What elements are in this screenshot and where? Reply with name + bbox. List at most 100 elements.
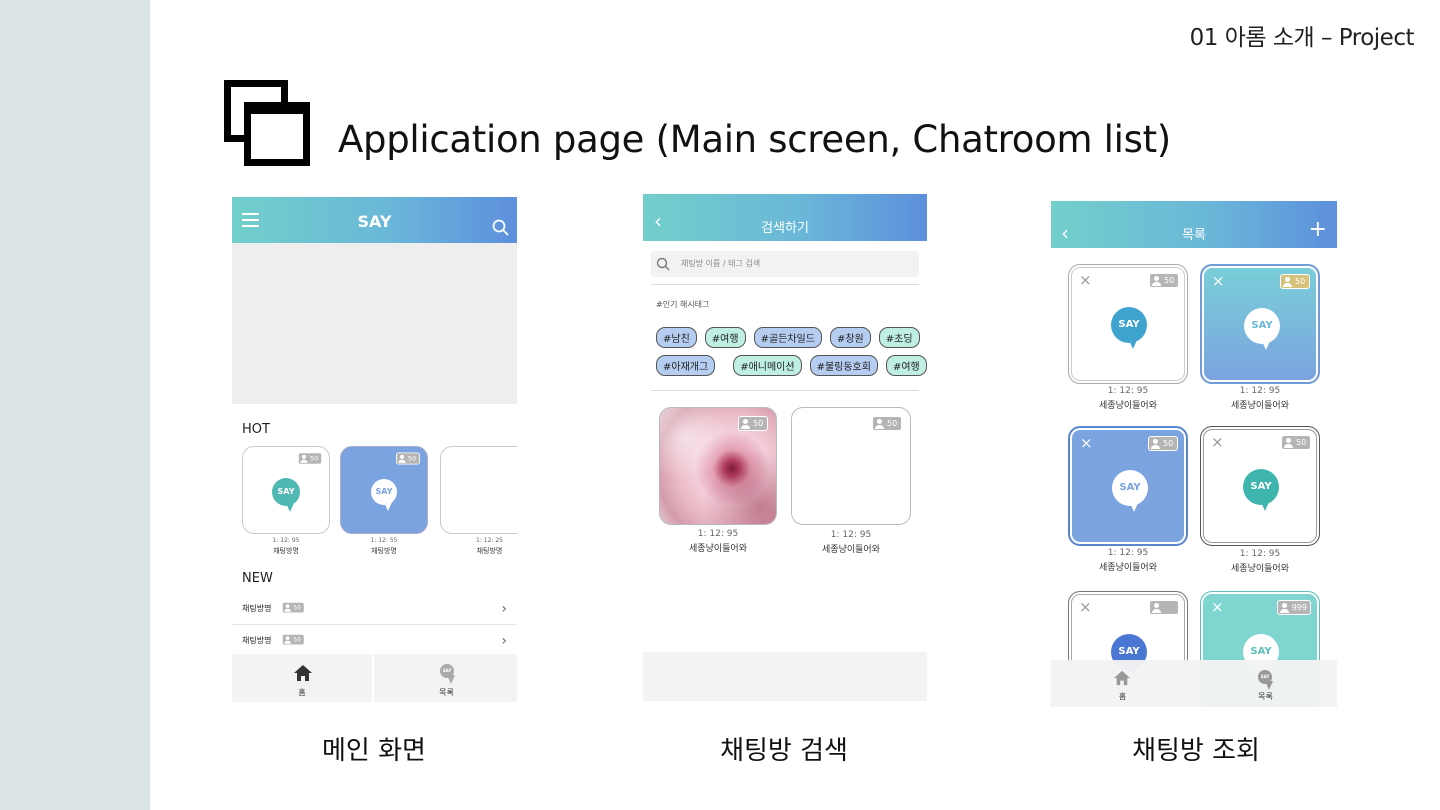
card-name: 세종냥이들어와 [1231, 564, 1289, 574]
member-count-badge: 50 [1281, 435, 1311, 450]
main-tab-bar: 홈 SAY 목록 [232, 654, 517, 702]
slide-section-label: 01 아롬 소개 – Project [1189, 25, 1415, 51]
say-bubble-icon: SAY [1258, 670, 1273, 690]
card-time: 1: 12: 95 [830, 530, 872, 540]
hashtag-row: #남친 #여행 #골든차일드 #창원 #초딩 [656, 327, 926, 348]
search-bottom-bar [643, 652, 927, 701]
say-bubble-icon: SAY [371, 479, 397, 511]
card-time: 1: 12: 95 [1107, 548, 1149, 558]
chatroom-card[interactable]: × 50 SAY [1200, 264, 1320, 384]
add-room-icon[interactable]: + [1309, 219, 1327, 241]
tab-list[interactable]: SAY 목록 [376, 654, 517, 702]
caption-chatroom-search: 채팅방 검색 [720, 736, 848, 766]
side-band [0, 0, 150, 810]
close-icon[interactable]: × [1212, 272, 1225, 290]
card-name: 세종냥이들어와 [1231, 401, 1289, 411]
search-app-bar: ‹ 검색하기 [643, 194, 927, 241]
card-time: 1: 12: 95 [1239, 549, 1281, 559]
tab-home[interactable]: 홈 [1051, 660, 1194, 707]
member-count-badge: 50 [396, 452, 420, 465]
hashtag-chip[interactable]: #여행 [885, 355, 927, 376]
hashtag-chip[interactable]: #애니메이션 [733, 355, 802, 376]
search-result-card[interactable]: 50 [659, 407, 777, 525]
slide-title: Application page (Main screen, Chatroom … [338, 118, 1171, 161]
say-bubble-icon: SAY [440, 664, 455, 684]
close-icon[interactable]: × [1211, 598, 1224, 616]
chevron-right-icon: › [501, 601, 507, 617]
hashtag-chip[interactable]: #초딩 [878, 327, 920, 348]
chevron-right-icon: › [501, 633, 507, 649]
main-logo: SAY [357, 212, 392, 231]
member-count-badge: 50 [1148, 436, 1178, 451]
member-count-badge: 50 [282, 634, 305, 646]
hot-card-time: 1: 12: 25 [476, 537, 503, 544]
tab-list-label: 목록 [439, 688, 454, 697]
member-count-badge: 50 [1149, 273, 1179, 288]
caption-main-screen: 메인 화면 [322, 736, 426, 766]
search-placeholder: 채팅방 이름 / 태그 검색 [681, 259, 761, 268]
member-count-badge: 50 [738, 416, 768, 431]
close-icon[interactable]: × [1079, 598, 1092, 616]
search-screen-mockup: ‹ 검색하기 채팅방 이름 / 태그 검색 #인기 해시태그 #남친 #여행 #골든… [643, 194, 927, 701]
card-name: 세종냥이들어와 [1099, 563, 1157, 573]
search-icon [656, 257, 670, 271]
new-room-row[interactable]: 채팅방명 50 › [232, 595, 517, 625]
main-app-bar: SAY [232, 197, 517, 243]
hot-card[interactable]: 50 SAY [340, 446, 428, 534]
close-icon[interactable]: × [1211, 433, 1224, 451]
tab-home-label: 홈 [1118, 692, 1127, 701]
search-field[interactable]: 채팅방 이름 / 태그 검색 [651, 251, 919, 277]
hot-card-name: 채팅방명 [476, 547, 503, 555]
main-screen-mockup: SAY HOT 50 SAY 50 SAY 1: 12: 95 채팅방명 1: … [232, 197, 517, 702]
tab-list-label: 목록 [1258, 692, 1273, 701]
hashtag-chip[interactable]: #골든차일드 [753, 327, 822, 348]
search-icon[interactable] [492, 219, 509, 236]
member-count-badge: 999 [1276, 600, 1311, 615]
new-room-name: 채팅방명 [242, 636, 272, 645]
chatroom-card[interactable]: × 50 SAY [1068, 264, 1188, 384]
tab-home-label: 홈 [298, 688, 306, 697]
hot-card[interactable]: 50 SAY [242, 446, 330, 534]
member-count-badge: 50 [298, 452, 322, 465]
chatroom-card[interactable]: × 50 SAY [1200, 426, 1320, 546]
hashtag-chip[interactable]: #여행 [704, 327, 746, 348]
search-result-card[interactable]: 50 [791, 407, 911, 525]
card-time: 1: 12: 95 [697, 529, 739, 539]
main-banner-placeholder[interactable] [232, 243, 517, 404]
member-count-badge: 50 [1280, 274, 1310, 289]
hot-card-time: 1: 12: 55 [370, 537, 398, 544]
say-bubble-icon: SAY [1112, 470, 1148, 512]
card-name: 세종냥이들어와 [1099, 401, 1157, 411]
list-screen-mockup: ‹ 목록 + × 50 SAY × 50 SAY 1: 12: 95 세종냥이들… [1051, 201, 1337, 707]
say-bubble-icon: SAY [1243, 469, 1279, 511]
hashtag-row: #아재개그 #애니메이션 #불링동호회 #여행 [656, 355, 927, 376]
hashtag-chip[interactable]: #창원 [829, 327, 871, 348]
list-tab-bar: 홈 SAY 목록 [1051, 660, 1337, 707]
say-bubble-icon: SAY [272, 478, 300, 512]
home-icon [294, 665, 312, 681]
close-icon[interactable]: × [1079, 271, 1092, 289]
tab-list[interactable]: SAY 목록 [1194, 660, 1337, 707]
caption-chatroom-list: 채팅방 조회 [1132, 736, 1260, 766]
card-name: 세종냥이들어와 [822, 545, 880, 555]
close-icon[interactable]: × [1080, 434, 1093, 452]
hashtag-chip[interactable]: #남친 [656, 327, 697, 348]
divider [651, 284, 919, 285]
new-room-row[interactable]: 채팅방명 50 › [232, 627, 517, 653]
hashtag-chip[interactable]: #불링동호회 [809, 355, 878, 376]
hashtag-chip[interactable]: #아재개그 [656, 355, 716, 376]
card-time: 1: 12: 95 [1107, 386, 1149, 396]
hot-section-label: HOT [242, 422, 270, 437]
hot-card-name: 채팅방명 [273, 547, 299, 555]
list-header-title: 목록 [1182, 228, 1206, 243]
member-count-badge: 50 [282, 602, 305, 614]
search-header-title: 검색하기 [761, 221, 809, 236]
tab-home[interactable]: 홈 [232, 654, 374, 702]
new-section-label: NEW [242, 571, 273, 586]
window-stack-icon [224, 80, 310, 166]
new-room-name: 채팅방명 [242, 604, 272, 613]
hot-card-name: 채팅방명 [371, 547, 397, 555]
card-name: 세종냥이들어와 [689, 544, 747, 554]
hot-card[interactable] [440, 446, 517, 534]
chatroom-card[interactable]: × 50 SAY [1068, 426, 1188, 546]
